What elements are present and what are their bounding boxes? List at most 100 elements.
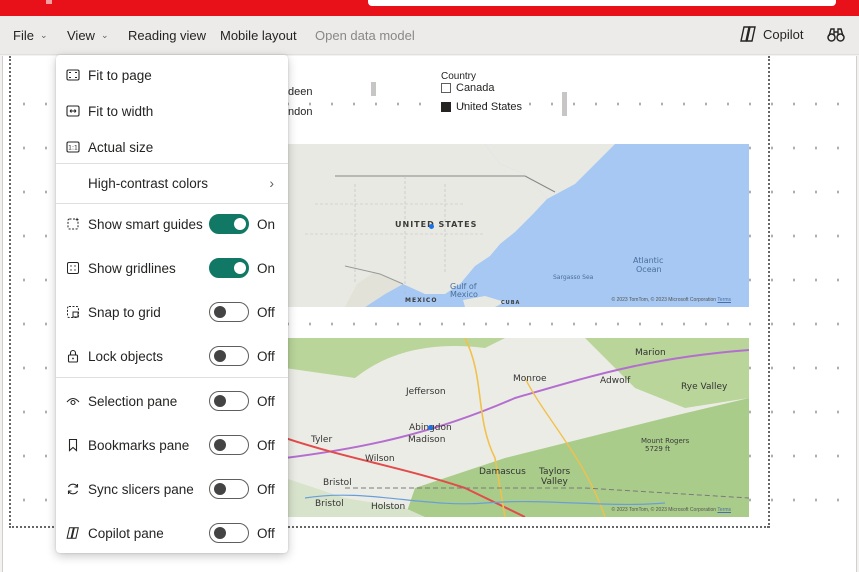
menu-item-label: Snap to grid <box>88 304 161 320</box>
map-label: Atlantic <box>633 256 664 265</box>
checkbox[interactable] <box>441 102 451 112</box>
sync-slicers-toggle[interactable] <box>209 479 249 499</box>
toggle-state: Off <box>257 393 275 409</box>
toggle-knob <box>214 527 226 539</box>
map-label: 5729 ft <box>645 445 671 453</box>
menu-item-label: Sync slicers pane <box>88 481 194 497</box>
map-label: Monroe <box>513 374 547 384</box>
menu-item-selection-pane[interactable]: Selection pane Off <box>56 383 288 419</box>
menu-item-actual-size[interactable]: 1:1 Actual size <box>56 129 288 165</box>
map-label: MEXICO <box>405 297 438 304</box>
slicer-item[interactable]: ndon <box>288 106 312 118</box>
copilot-button[interactable]: Copilot <box>739 26 803 42</box>
legend-label: Canada <box>456 82 495 94</box>
menu-item-snap-to-grid[interactable]: Snap to grid Off <box>56 294 288 330</box>
svg-text:1:1: 1:1 <box>68 145 78 152</box>
legend-title: Country <box>441 71 477 82</box>
reading-view-button[interactable]: Reading view <box>128 28 206 43</box>
map-label: Tyler <box>311 435 333 445</box>
slicer-item[interactable]: deen <box>288 86 312 98</box>
fit-to-page-icon <box>66 68 80 82</box>
legend-scrollbar[interactable] <box>562 92 567 116</box>
map-label: Jefferson <box>406 387 446 397</box>
bookmarks-pane-toggle[interactable] <box>209 435 249 455</box>
app-header-bar <box>0 0 859 16</box>
menu-divider <box>56 163 288 164</box>
menu-item-lock-objects[interactable]: Lock objects Off <box>56 338 288 374</box>
sync-icon <box>66 482 80 496</box>
menu-item-label: Fit to page <box>88 67 152 83</box>
snap-to-grid-toggle[interactable] <box>209 302 249 322</box>
chevron-right-icon: › <box>269 175 274 191</box>
menu-item-label: Selection pane <box>88 393 178 409</box>
toggle-knob <box>214 483 226 495</box>
toggle-state: Off <box>257 437 275 453</box>
eye-icon <box>66 394 80 408</box>
menu-item-label: Copilot pane <box>88 525 164 541</box>
toggle-knob <box>214 350 226 362</box>
menu-item-fit-to-width[interactable]: Fit to width <box>56 93 288 129</box>
toggle-state: Off <box>257 525 275 541</box>
fit-to-width-icon <box>66 104 80 118</box>
checkbox[interactable] <box>441 83 451 93</box>
menu-item-fit-to-page[interactable]: Fit to page <box>56 57 288 93</box>
search-box[interactable] <box>368 0 836 6</box>
map-label: Valley <box>541 477 568 487</box>
map-visual-north-america[interactable]: UNITED STATES Gulf of Mexico Atlantic Oc… <box>285 144 749 307</box>
map-label: Bristol <box>323 478 352 488</box>
chevron-down-icon: ⌄ <box>100 30 109 40</box>
copyright-text: © 2023 TomTom, © 2023 Microsoft Corporat… <box>611 297 717 303</box>
smart-guides-icon <box>66 217 80 231</box>
view-menu[interactable]: View ⌄ <box>67 28 109 43</box>
menu-item-label: Lock objects <box>88 348 164 364</box>
legend-item-canada[interactable]: Canada <box>441 82 495 94</box>
menu-item-label: High-contrast colors <box>88 175 209 191</box>
actual-size-icon: 1:1 <box>66 140 80 154</box>
menu-item-show-gridlines[interactable]: Show gridlines On <box>56 250 288 286</box>
map-land <box>285 144 615 307</box>
binoculars-icon[interactable] <box>827 27 845 48</box>
toggle-state: Off <box>257 348 275 364</box>
map-label: CUBA <box>501 300 521 306</box>
selection-pane-toggle[interactable] <box>209 391 249 411</box>
gridlines-toggle[interactable] <box>209 258 249 278</box>
toggle-state: Off <box>257 481 275 497</box>
toggle-knob <box>234 218 246 230</box>
slicer-scrollbar[interactable] <box>371 82 376 96</box>
map-label: Wilson <box>365 454 395 464</box>
menu-item-bookmarks-pane[interactable]: Bookmarks pane Off <box>56 427 288 463</box>
toggle-state: On <box>257 260 276 276</box>
gridlines-icon <box>66 261 80 275</box>
mobile-layout-button[interactable]: Mobile layout <box>220 28 297 43</box>
lock-icon <box>66 349 80 363</box>
chevron-down-icon: ⌄ <box>39 30 48 40</box>
map-label: Madison <box>408 435 446 445</box>
legend-item-united-states[interactable]: United States <box>441 101 522 113</box>
map-data-point[interactable] <box>429 224 434 229</box>
lock-objects-toggle[interactable] <box>209 346 249 366</box>
map-visual-regional[interactable]: Marion Jefferson Monroe Adwolf Rye Valle… <box>285 338 749 517</box>
map-terrain <box>285 338 749 517</box>
terms-link[interactable]: Terms <box>717 507 731 513</box>
map-label: Bristol <box>315 499 344 509</box>
menu-item-show-smart-guides[interactable]: Show smart guides On <box>56 206 288 242</box>
map-data-point[interactable] <box>428 425 433 430</box>
toggle-knob <box>214 439 226 451</box>
map-label: UNITED STATES <box>395 220 478 229</box>
menu-item-copilot-pane[interactable]: Copilot pane Off <box>56 515 288 551</box>
smart-guides-toggle[interactable] <box>209 214 249 234</box>
toggle-knob <box>234 262 246 274</box>
map-label: Damascus <box>479 467 526 477</box>
menu-item-label: Bookmarks pane <box>88 437 190 453</box>
toggle-state: On <box>257 216 276 232</box>
menu-item-high-contrast-colors[interactable]: High-contrast colors › <box>56 165 288 201</box>
map-label: Mexico <box>450 290 478 299</box>
map-label: Adwolf <box>600 376 631 386</box>
terms-link[interactable]: Terms <box>717 297 731 303</box>
file-menu[interactable]: File ⌄ <box>13 28 48 43</box>
map-label: Ocean <box>636 265 662 274</box>
menu-item-sync-slicers-pane[interactable]: Sync slicers pane Off <box>56 471 288 507</box>
copilot-icon <box>66 526 80 540</box>
menu-item-label: Show smart guides <box>88 216 203 232</box>
copilot-pane-toggle[interactable] <box>209 523 249 543</box>
